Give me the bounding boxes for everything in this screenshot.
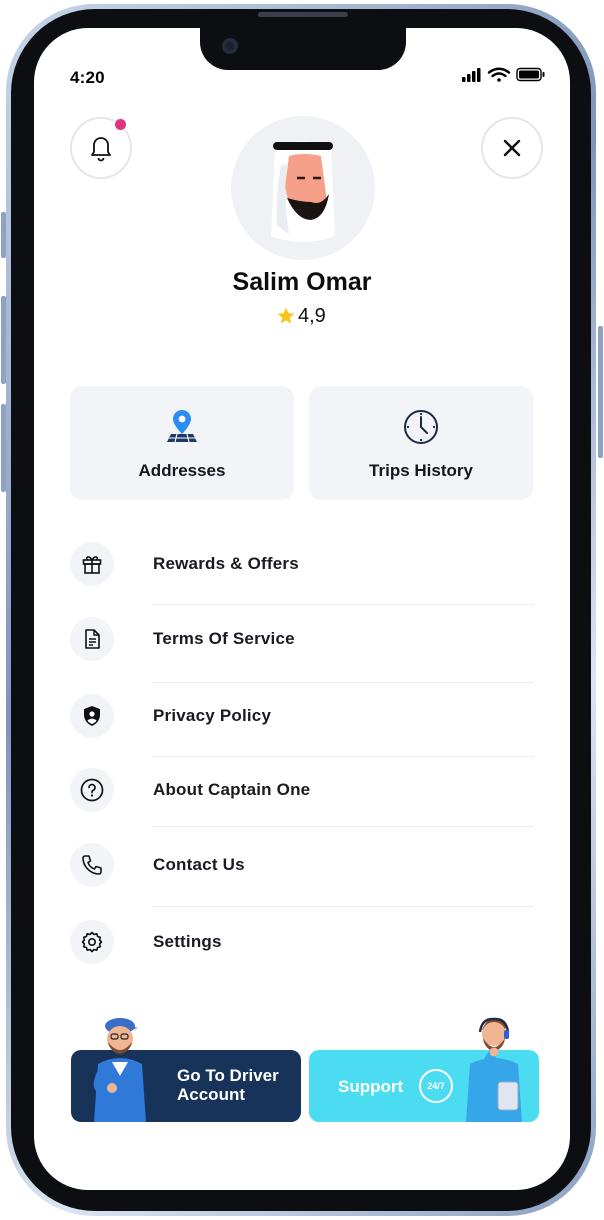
menu-item-rewards[interactable]: Rewards & Offers: [70, 542, 536, 590]
status-bar-icons: [462, 67, 545, 82]
status-time: 4:20: [70, 68, 105, 87]
menu-icon-bg: [70, 920, 114, 964]
addresses-card[interactable]: Addresses: [70, 386, 294, 500]
driver-button-label: Go To Driver Account: [177, 1066, 279, 1104]
menu-icon-bg: [70, 694, 114, 738]
menu-item-settings[interactable]: Settings: [70, 920, 536, 968]
rating-value: 4,9: [298, 304, 326, 327]
menu-icon-bg: [70, 768, 114, 812]
menu-icon-bg: [70, 542, 114, 586]
menu-divider: [152, 682, 534, 683]
shield-user-icon: [84, 706, 100, 726]
menu-divider: [152, 906, 534, 907]
gift-icon: [82, 556, 102, 574]
support-24-7-badge: 24/7: [419, 1069, 453, 1103]
avatar[interactable]: [231, 116, 375, 260]
menu-divider: [152, 826, 534, 827]
menu-item-about[interactable]: About Captain One: [70, 768, 536, 816]
menu-item-privacy[interactable]: Privacy Policy: [70, 694, 536, 742]
notification-badge: [115, 119, 126, 130]
menu-item-terms[interactable]: Terms Of Service: [70, 617, 536, 665]
menu-icon-bg: [70, 617, 114, 661]
wifi-icon: [487, 67, 511, 82]
support-button-label: Support: [338, 1077, 404, 1096]
menu-divider: [152, 756, 534, 757]
battery-icon: [516, 67, 545, 82]
menu-label-about: About Captain One: [153, 780, 311, 799]
front-camera: [222, 38, 238, 54]
signal-icon: [462, 68, 481, 82]
question-circle-icon: [80, 778, 104, 802]
menu-label-privacy: Privacy Policy: [153, 706, 272, 725]
document-icon: [85, 629, 100, 649]
phone-speaker: [258, 12, 348, 17]
menu-label-terms: Terms Of Service: [153, 629, 295, 648]
menu-label-rewards: Rewards & Offers: [153, 554, 299, 573]
menu-label-settings: Settings: [153, 932, 222, 951]
support-agent-illustration: [466, 1017, 522, 1122]
driver-character-illustration: [93, 1018, 146, 1122]
clock-icon: [404, 410, 438, 444]
menu-divider: [152, 604, 534, 605]
avatar-illustration: [271, 141, 335, 242]
trips-history-card[interactable]: Trips History: [309, 386, 533, 500]
addresses-label: Addresses: [138, 461, 226, 480]
close-button[interactable]: [481, 117, 543, 179]
phone-side-button: [1, 212, 6, 258]
profile-name: Salim Omar: [232, 268, 372, 296]
bell-icon: [91, 137, 111, 162]
close-icon: [503, 139, 521, 157]
menu-label-contact: Contact Us: [153, 855, 245, 874]
phone-side-button: [1, 404, 6, 492]
phone-side-button: [598, 326, 603, 458]
phone-icon: [82, 855, 102, 875]
profile-rating: 4,9: [276, 304, 326, 328]
gear-icon: [81, 931, 103, 953]
location-pin-icon: [167, 410, 197, 443]
star-icon: [277, 307, 295, 324]
menu-item-contact[interactable]: Contact Us: [70, 843, 536, 891]
trips-history-label: Trips History: [369, 461, 473, 480]
phone-side-button: [1, 296, 6, 384]
menu-icon-bg: [70, 843, 114, 887]
